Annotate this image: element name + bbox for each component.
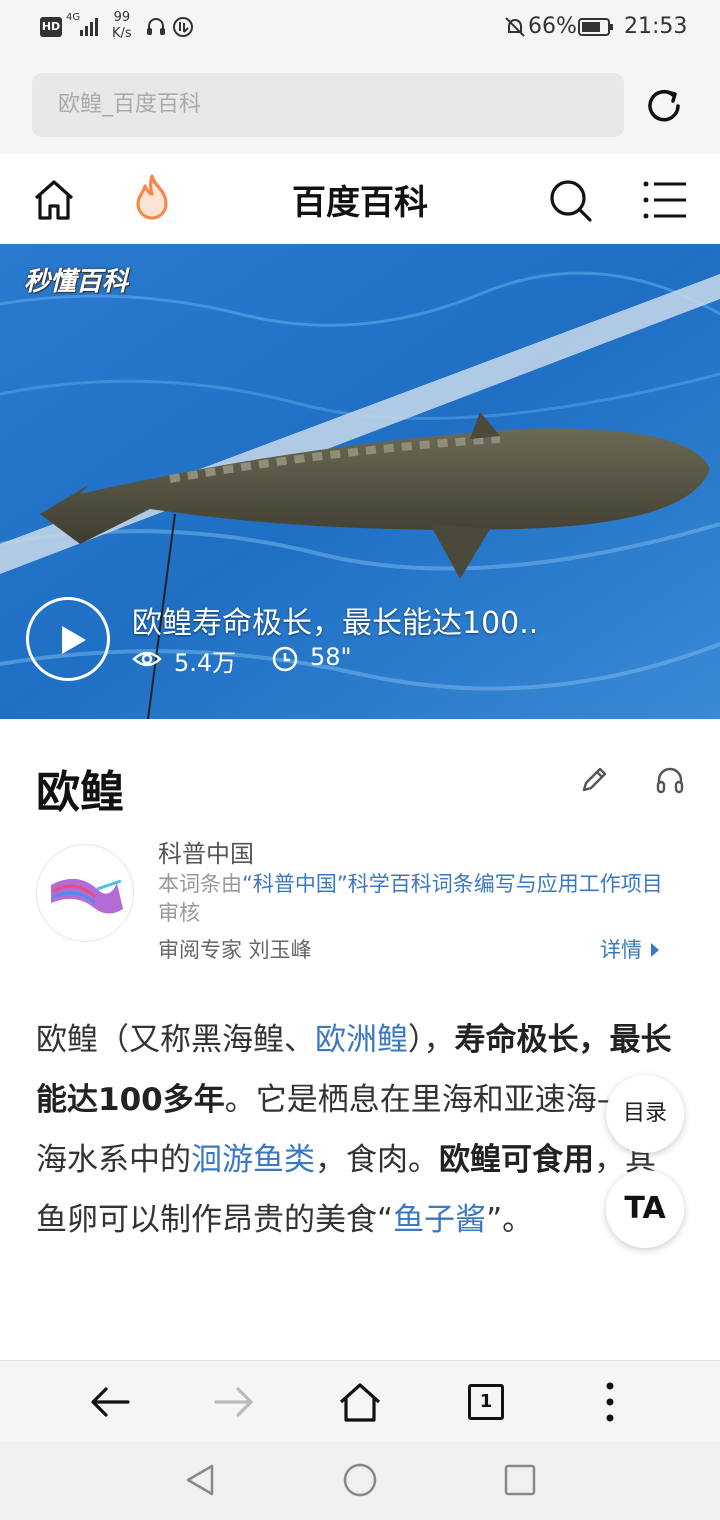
- reload-icon[interactable]: [640, 82, 688, 130]
- search-icon[interactable]: [546, 176, 594, 224]
- forward-arrow-icon[interactable]: [210, 1378, 258, 1426]
- tab-count: 1: [468, 1384, 504, 1420]
- network-speed: 99 K/s: [112, 10, 132, 42]
- entry-title: 欧鳇: [36, 767, 124, 818]
- entry-summary: 欧鳇（又称黑海鳇、欧洲鳇），寿命极长，最长能达100多年。它是栖息在里海和亚速海…: [36, 1010, 686, 1250]
- review-project-link[interactable]: “科普中国”科学百科词条编写与应用工作项目: [242, 872, 663, 896]
- org-logo: [36, 844, 134, 942]
- back-arrow-icon[interactable]: [86, 1378, 134, 1426]
- review-statement: 本词条由“科普中国”科学百科词条编写与应用工作项目审核: [158, 870, 668, 928]
- headphones-icon[interactable]: [654, 764, 686, 796]
- mute-icon: [505, 17, 525, 37]
- view-count: 5.4万: [174, 649, 237, 677]
- menu-icon[interactable]: [642, 178, 688, 222]
- link-european-sturgeon[interactable]: 欧洲鳇: [315, 1022, 408, 1058]
- kepu-logo-icon: [51, 878, 123, 914]
- review-prefix: 本词条由: [158, 872, 242, 896]
- play-button[interactable]: [26, 597, 110, 681]
- address-bar[interactable]: 欧鳇_百度百科: [32, 73, 624, 137]
- link-caviar[interactable]: 鱼子酱: [393, 1202, 486, 1238]
- eye-icon: [132, 651, 162, 667]
- hot-flame-icon[interactable]: [128, 172, 176, 224]
- table-of-contents-button[interactable]: 目录: [606, 1075, 684, 1153]
- link-migratory-fish[interactable]: 洄游鱼类: [191, 1142, 315, 1178]
- caret-right-icon: [650, 943, 659, 957]
- data-saver-icon: [173, 17, 193, 37]
- site-title: 百度百科: [292, 183, 428, 223]
- signal-icon: [80, 18, 98, 36]
- summary-text: 欧鳇（又称黑海鳇、: [36, 1022, 315, 1058]
- summary-bold: 欧鳇可食用: [439, 1142, 594, 1178]
- battery-percent: 66%: [528, 14, 577, 39]
- summary-text: ），: [408, 1022, 455, 1058]
- home-icon[interactable]: [30, 176, 78, 224]
- system-back-icon[interactable]: [180, 1460, 220, 1500]
- summary-text: ”。: [486, 1202, 534, 1238]
- tabs-button[interactable]: 1: [462, 1378, 510, 1426]
- review-expert: 审阅专家 刘玉峰: [158, 938, 312, 962]
- video-title[interactable]: 欧鳇寿命极长，最长能达100..: [132, 598, 612, 642]
- network-speed-value: 99: [113, 10, 131, 25]
- battery-icon: [578, 18, 613, 36]
- video-watermark: 秒懂百科: [24, 267, 129, 297]
- hd-indicator: HD: [40, 17, 62, 37]
- details-label: 详情: [600, 938, 642, 962]
- org-name: 科普中国: [158, 840, 254, 868]
- browser-home-icon[interactable]: [336, 1378, 384, 1426]
- system-recents-icon[interactable]: [500, 1460, 540, 1500]
- font-size-button[interactable]: TA: [606, 1170, 684, 1248]
- review-suffix: 审核: [158, 901, 200, 925]
- more-vertical-icon[interactable]: [586, 1378, 634, 1426]
- clock-icon: [272, 646, 298, 672]
- system-home-icon[interactable]: [340, 1460, 380, 1500]
- details-link[interactable]: 详情: [600, 934, 661, 964]
- clock: 21:53: [624, 14, 688, 39]
- video-duration: 58": [310, 643, 352, 671]
- play-icon: [62, 626, 86, 654]
- network-type: 4G: [66, 12, 81, 23]
- edit-pencil-icon[interactable]: [578, 764, 610, 796]
- summary-text: ，食肉。: [315, 1142, 439, 1178]
- network-speed-unit: K/s: [112, 26, 132, 41]
- headset-icon: [147, 18, 165, 35]
